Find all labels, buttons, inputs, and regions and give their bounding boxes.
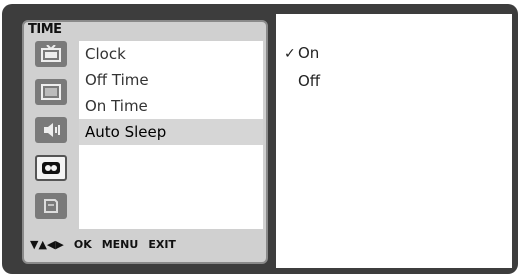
menu-title: TIME xyxy=(28,22,62,37)
speaker-icon[interactable] xyxy=(35,117,67,143)
nav-hint-bar: ▼▲◀▶ OK MENU EXIT xyxy=(30,238,176,251)
nav-menu-label: MENU xyxy=(101,238,139,251)
option-off-label: Off xyxy=(298,72,321,90)
menu-item-auto-sleep[interactable]: Auto Sleep xyxy=(79,119,263,145)
nav-arrows-icon: ▼▲◀▶ xyxy=(30,238,64,251)
menu-list: Clock Off Time On Time Auto Sleep xyxy=(79,41,263,229)
option-on-label: On xyxy=(298,44,320,62)
screen-icon[interactable] xyxy=(35,79,67,105)
nav-ok-label: OK xyxy=(73,238,92,251)
input-icon[interactable] xyxy=(35,193,67,219)
category-icons xyxy=(28,41,74,229)
menu-item-clock[interactable]: Clock xyxy=(79,41,263,67)
tv-picture-icon[interactable] xyxy=(35,41,67,67)
options-panel: ✓ On Off xyxy=(276,14,512,268)
option-off[interactable]: Off xyxy=(284,72,320,90)
menu-item-off-time[interactable]: Off Time xyxy=(79,67,263,93)
nav-exit-label: EXIT xyxy=(148,238,176,251)
menu-item-on-time[interactable]: On Time xyxy=(79,93,263,119)
time-icon[interactable] xyxy=(35,155,67,181)
checkmark-icon: ✓ xyxy=(284,46,296,62)
option-on[interactable]: ✓ On xyxy=(284,44,319,62)
